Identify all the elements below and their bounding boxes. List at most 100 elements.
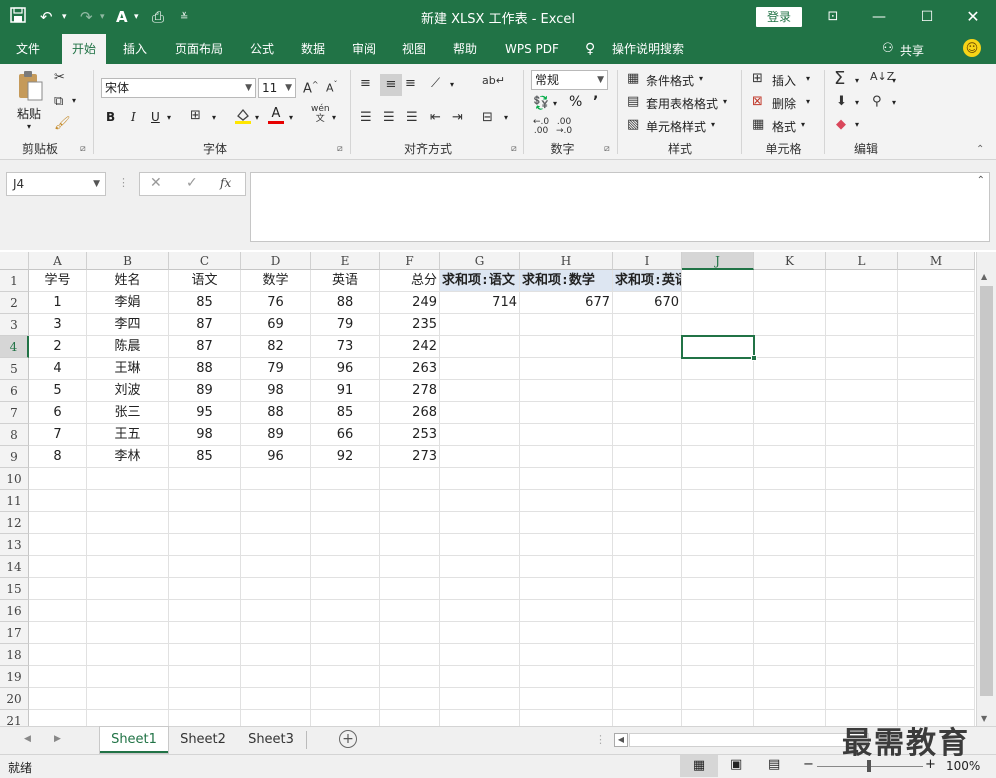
row-header-20[interactable]: 20 <box>0 688 29 710</box>
cell-l17[interactable] <box>826 622 898 644</box>
phonetic-dropdown-icon[interactable]: ▾ <box>332 113 336 122</box>
cell-e4[interactable]: 73 <box>311 336 380 358</box>
cell-g3[interactable] <box>440 314 520 336</box>
cell-i7[interactable] <box>613 402 682 424</box>
cell-h3[interactable] <box>520 314 613 336</box>
cell-c11[interactable] <box>169 490 241 512</box>
cell-h5[interactable] <box>520 358 613 380</box>
cell-c9[interactable]: 85 <box>169 446 241 468</box>
name-box[interactable]: J4 ▼ <box>6 172 106 196</box>
cell-a21[interactable] <box>29 710 87 726</box>
cell-j12[interactable] <box>682 512 754 534</box>
column-header-j[interactable]: J <box>682 252 754 270</box>
cell-c17[interactable] <box>169 622 241 644</box>
cell-d7[interactable]: 88 <box>241 402 311 424</box>
number-format-combo[interactable]: 常规 ▼ <box>531 70 608 90</box>
cell-f11[interactable] <box>380 490 440 512</box>
cell-i15[interactable] <box>613 578 682 600</box>
cell-b15[interactable] <box>87 578 169 600</box>
cell-a19[interactable] <box>29 666 87 688</box>
conditional-format-icon[interactable]: ▦ <box>627 71 639 86</box>
cell-f6[interactable]: 278 <box>380 380 440 402</box>
cell-j6[interactable] <box>682 380 754 402</box>
cell-styles-dropdown-icon[interactable]: ▾ <box>711 120 715 129</box>
sort-dropdown-icon[interactable]: ▾ <box>892 76 896 85</box>
cell-h9[interactable] <box>520 446 613 468</box>
cell-h17[interactable] <box>520 622 613 644</box>
cell-g10[interactable] <box>440 468 520 490</box>
row-header-17[interactable]: 17 <box>0 622 29 644</box>
row-header-19[interactable]: 19 <box>0 666 29 688</box>
cell-e16[interactable] <box>311 600 380 622</box>
cell-e12[interactable] <box>311 512 380 534</box>
cell-d14[interactable] <box>241 556 311 578</box>
column-header-l[interactable]: L <box>826 252 898 270</box>
cell-g7[interactable] <box>440 402 520 424</box>
cell-g21[interactable] <box>440 710 520 726</box>
cell-h20[interactable] <box>520 688 613 710</box>
percent-button[interactable]: % <box>569 94 582 110</box>
cell-m20[interactable] <box>898 688 975 710</box>
cell-b12[interactable] <box>87 512 169 534</box>
page-layout-view-icon[interactable]: ▣ <box>730 757 742 772</box>
sheet-tab-sheet2[interactable]: Sheet2 <box>170 727 236 753</box>
find-dropdown-icon[interactable]: ▾ <box>892 98 896 107</box>
cell-b17[interactable] <box>87 622 169 644</box>
cell-c19[interactable] <box>169 666 241 688</box>
cell-k14[interactable] <box>754 556 826 578</box>
vertical-scroll-thumb[interactable] <box>980 286 993 696</box>
cell-g19[interactable] <box>440 666 520 688</box>
cell-k4[interactable] <box>754 336 826 358</box>
scroll-left-icon[interactable]: ◀ <box>614 733 628 747</box>
cell-k1[interactable] <box>754 270 826 292</box>
cell-k7[interactable] <box>754 402 826 424</box>
cell-l20[interactable] <box>826 688 898 710</box>
clear-icon[interactable]: ◆ <box>836 117 846 132</box>
cell-h4[interactable] <box>520 336 613 358</box>
font-launcher-icon[interactable]: ⧄ <box>337 144 343 154</box>
cell-i8[interactable] <box>613 424 682 446</box>
cell-k12[interactable] <box>754 512 826 534</box>
cell-k17[interactable] <box>754 622 826 644</box>
cell-m6[interactable] <box>898 380 975 402</box>
tab-page-layout[interactable]: 页面布局 <box>165 34 233 64</box>
orientation-dropdown-icon[interactable]: ▾ <box>450 80 454 89</box>
cell-m18[interactable] <box>898 644 975 666</box>
cell-e1[interactable]: 英语 <box>311 270 380 292</box>
cell-c4[interactable]: 87 <box>169 336 241 358</box>
row-header-18[interactable]: 18 <box>0 644 29 666</box>
cell-i1[interactable]: 求和项:英语 <box>613 270 682 292</box>
cell-e10[interactable] <box>311 468 380 490</box>
cell-g18[interactable] <box>440 644 520 666</box>
cell-f16[interactable] <box>380 600 440 622</box>
row-header-8[interactable]: 8 <box>0 424 29 446</box>
cell-g8[interactable] <box>440 424 520 446</box>
column-header-a[interactable]: A <box>29 252 87 270</box>
fill-down-icon[interactable]: ⬇ <box>836 94 847 109</box>
cell-styles-icon[interactable]: ▧ <box>627 117 639 132</box>
tell-me-search[interactable]: 操作说明搜索 <box>602 34 694 64</box>
cell-f12[interactable] <box>380 512 440 534</box>
cell-h1[interactable]: 求和项:数学 <box>520 270 613 292</box>
cell-b18[interactable] <box>87 644 169 666</box>
cell-m7[interactable] <box>898 402 975 424</box>
merge-dropdown-icon[interactable]: ▾ <box>504 113 508 122</box>
cell-a12[interactable] <box>29 512 87 534</box>
row-header-9[interactable]: 9 <box>0 446 29 468</box>
cell-e15[interactable] <box>311 578 380 600</box>
cell-m9[interactable] <box>898 446 975 468</box>
currency-icon[interactable]: 💱 <box>533 96 549 111</box>
cell-b13[interactable] <box>87 534 169 556</box>
maximize-icon[interactable]: ☐ <box>904 0 950 34</box>
cell-m15[interactable] <box>898 578 975 600</box>
delete-cells-button[interactable]: 删除 <box>772 95 796 112</box>
row-header-1[interactable]: 1 <box>0 270 29 292</box>
conditional-format-dropdown-icon[interactable]: ▾ <box>699 74 703 83</box>
cell-h21[interactable] <box>520 710 613 726</box>
tab-file[interactable]: 文件 <box>6 34 50 64</box>
cell-c12[interactable] <box>169 512 241 534</box>
cell-k6[interactable] <box>754 380 826 402</box>
cell-k13[interactable] <box>754 534 826 556</box>
cell-g20[interactable] <box>440 688 520 710</box>
row-header-10[interactable]: 10 <box>0 468 29 490</box>
